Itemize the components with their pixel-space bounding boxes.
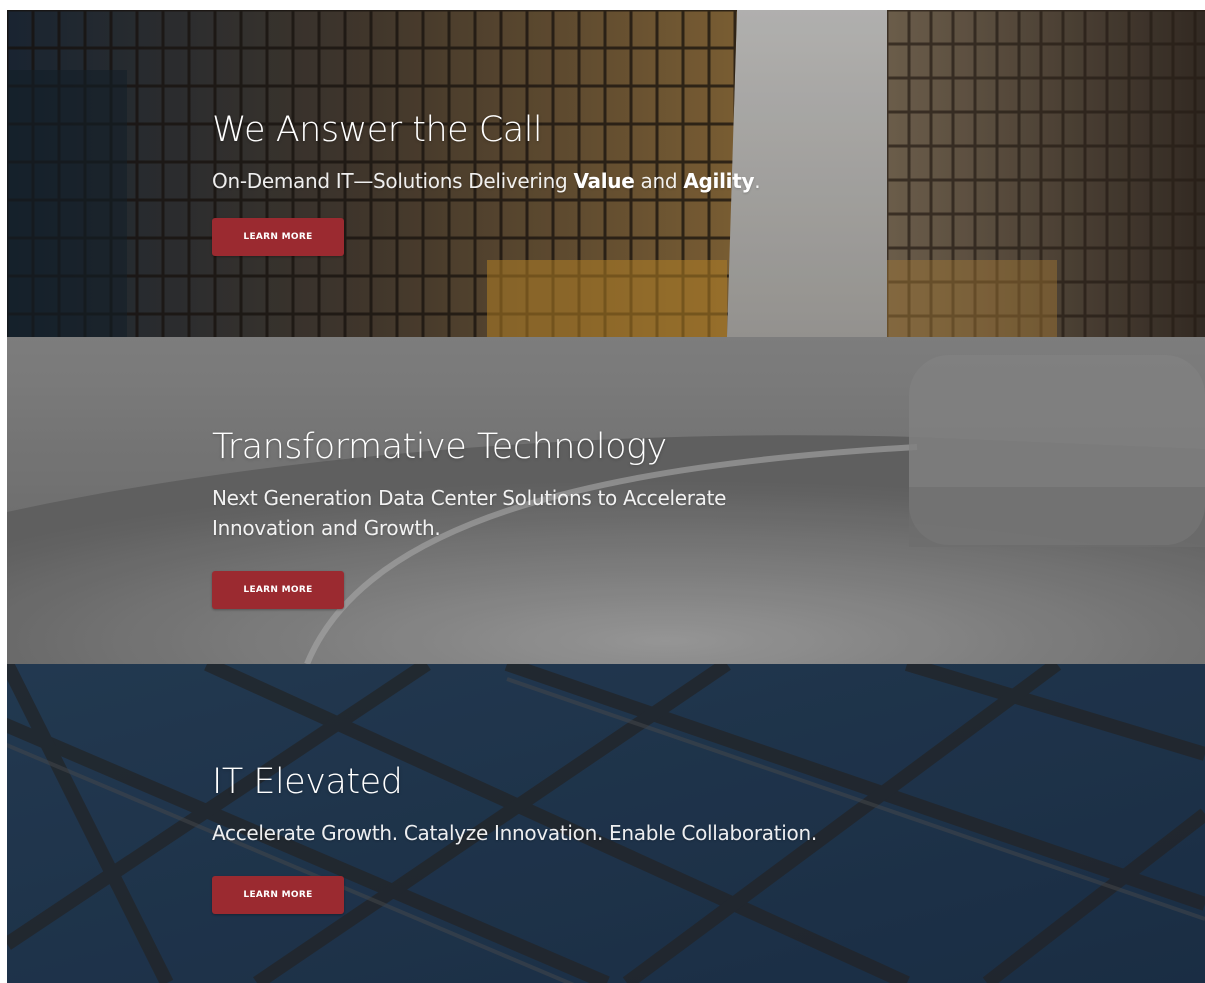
- hero-panel-answer-the-call: We Answer the Call On-Demand IT—Solution…: [7, 10, 1205, 337]
- hero-title: Transformative Technology: [212, 427, 667, 467]
- hero-subtitle: Accelerate Growth. Catalyze Innovation. …: [212, 821, 817, 845]
- subtitle-text-part: and: [634, 169, 684, 193]
- hero-carousel-stack: We Answer the Call On-Demand IT—Solution…: [7, 10, 1205, 983]
- subtitle-text-part: .: [754, 169, 761, 193]
- hero-panel-content: IT Elevated Accelerate Growth. Catalyze …: [212, 760, 1005, 914]
- hero-subtitle: Next Generation Data Center Solutions to…: [212, 486, 727, 540]
- hero-panel-it-elevated: IT Elevated Accelerate Growth. Catalyze …: [7, 664, 1205, 983]
- hero-panel-content: We Answer the Call On-Demand IT—Solution…: [212, 108, 1005, 256]
- hero-panel-content: Transformative Technology Next Generatio…: [212, 425, 1005, 609]
- subtitle-emphasis-agility: Agility: [683, 169, 755, 193]
- learn-more-button[interactable]: LEARN MORE: [212, 218, 344, 256]
- subtitle-text-part: On-Demand IT—Solutions Delivering: [212, 169, 574, 193]
- learn-more-button[interactable]: LEARN MORE: [212, 876, 344, 914]
- learn-more-button[interactable]: LEARN MORE: [212, 571, 344, 609]
- hero-title: We Answer the Call: [212, 110, 543, 150]
- subtitle-emphasis-value: Value: [573, 169, 635, 193]
- hero-panel-transformative-technology: Transformative Technology Next Generatio…: [7, 337, 1205, 664]
- hero-subtitle: On-Demand IT—Solutions Delivering Value …: [212, 166, 1005, 196]
- hero-title: IT Elevated: [212, 762, 403, 802]
